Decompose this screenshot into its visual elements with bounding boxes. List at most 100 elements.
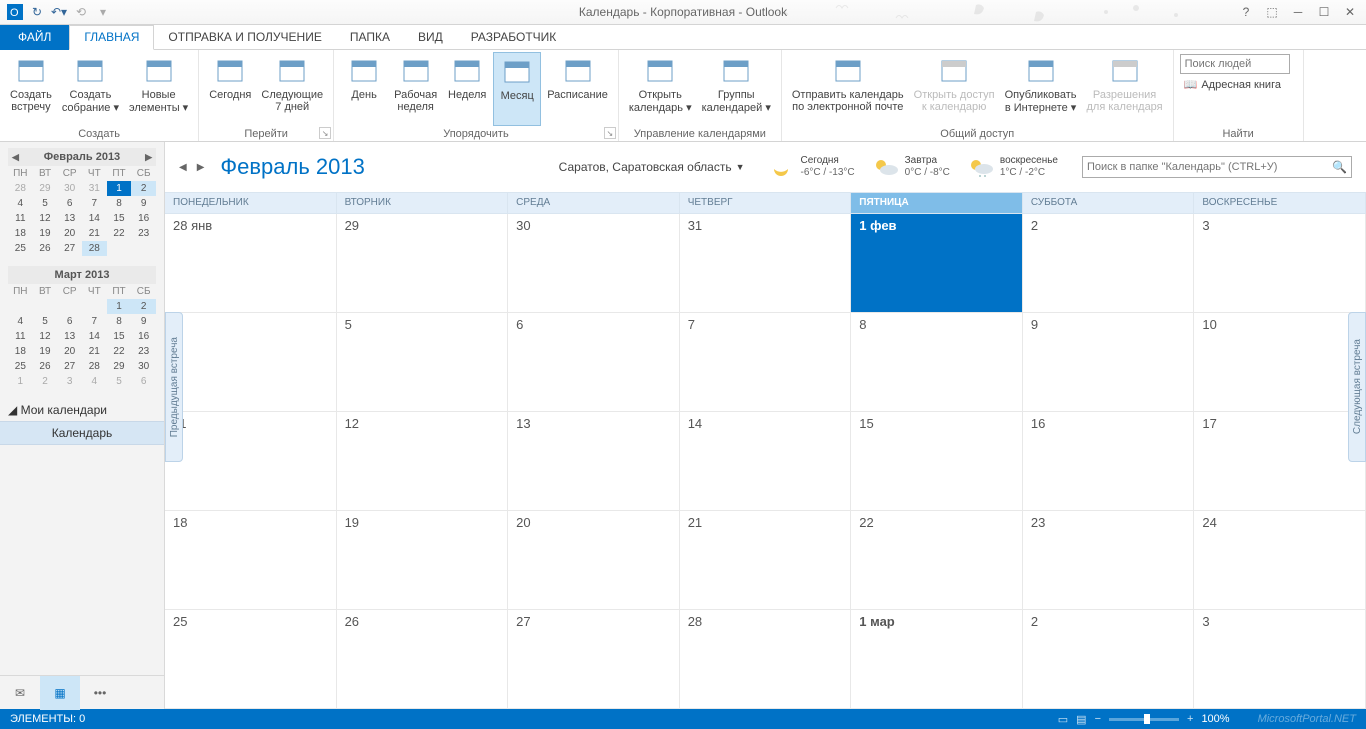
mini-day-cell[interactable]: 7 [82,314,107,329]
calendar-item-selected[interactable]: Календарь [0,421,164,445]
calendar-search[interactable]: 🔍 [1082,156,1352,178]
ribbon-arrange-3[interactable]: Месяц [493,52,541,126]
ribbon-create-2[interactable]: Новыеэлементы ▾ [125,52,192,126]
mini-day-cell[interactable]: 1 [107,299,132,314]
day-cell[interactable]: 10 [1194,313,1366,412]
mini-day-cell[interactable]: 13 [57,211,82,226]
mini-day-cell[interactable]: 12 [33,329,58,344]
mini-day-cell[interactable]: 4 [8,314,33,329]
day-cell[interactable]: 26 [337,610,509,709]
mini-day-cell[interactable]: 3 [57,374,82,389]
zoom-in-icon[interactable]: + [1187,713,1193,725]
tab-1[interactable]: ОТПРАВКА И ПОЛУЧЕНИЕ [154,25,335,50]
ribbon-arrange-2[interactable]: Неделя [443,52,491,126]
mini-day-cell[interactable]: 5 [33,196,58,211]
day-cell[interactable]: 17 [1194,412,1366,511]
help-icon[interactable]: ? [1234,3,1258,21]
mini-day-cell[interactable]: 15 [107,329,132,344]
next-month-icon[interactable]: ▶ [197,162,205,173]
mini-day-cell[interactable]: 28 [82,359,107,374]
qat-undo-icon[interactable]: ↶▾ [50,3,68,21]
mini-day-cell[interactable]: 2 [131,299,156,314]
day-cell[interactable]: 11 [165,412,337,511]
ribbon-manage-1[interactable]: Группыкалендарей ▾ [698,52,775,126]
search-icon[interactable]: 🔍 [1332,160,1347,174]
day-cell[interactable]: 21 [680,511,852,610]
tab-file[interactable]: ФАЙЛ [0,25,69,50]
close-icon[interactable]: ✕ [1338,3,1362,21]
mini-day-cell[interactable]: 25 [8,241,33,256]
mini-next-icon[interactable]: ▶ [145,152,152,163]
mini-day-cell[interactable]: 4 [8,196,33,211]
day-cell[interactable]: 15 [851,412,1023,511]
day-cell[interactable]: 3 [1194,610,1366,709]
my-calendars-header[interactable]: ◢ Мои календари [8,403,156,417]
view-reading-icon[interactable]: ▤ [1076,713,1086,726]
day-cell[interactable]: 5 [337,313,509,412]
day-cell[interactable]: 7 [680,313,852,412]
day-cell[interactable]: 13 [508,412,680,511]
tab-2[interactable]: ПАПКА [336,25,404,50]
mini-day-cell[interactable]: 6 [131,374,156,389]
day-cell[interactable]: 4 [165,313,337,412]
mini-day-cell[interactable]: 2 [131,181,156,196]
qat-arrow-icon[interactable]: ⟲ [72,3,90,21]
day-cell[interactable]: 29 [337,214,509,313]
ribbon-goto-0[interactable]: Сегодня [205,52,255,126]
mini-day-cell[interactable]: 8 [107,314,132,329]
mini-day-cell[interactable]: 21 [82,344,107,359]
mini-prev-icon[interactable]: ◀ [12,152,19,163]
weather-location[interactable]: Саратов, Саратовская область ▼ [559,160,745,174]
mini-day-cell[interactable]: 28 [82,241,107,256]
next-appointment-handle[interactable]: Следующая встреча [1348,312,1366,462]
day-cell[interactable]: 28 [680,610,852,709]
ribbon-share-0[interactable]: Отправить календарьпо электронной почте [788,52,908,126]
day-cell[interactable]: 2 [1023,214,1195,313]
day-cell[interactable]: 31 [680,214,852,313]
mini-day-cell[interactable]: 20 [57,344,82,359]
mini-day-cell[interactable]: 30 [57,181,82,196]
day-cell[interactable]: 23 [1023,511,1195,610]
day-cell[interactable]: 9 [1023,313,1195,412]
day-cell[interactable]: 19 [337,511,509,610]
month-grid[interactable]: 28 янв2930311 фев23456789101112131415161… [165,214,1366,709]
ribbon-collapse-icon[interactable]: ⬚ [1260,3,1284,21]
zoom-out-icon[interactable]: − [1095,713,1101,725]
day-cell[interactable]: 30 [508,214,680,313]
day-cell[interactable]: 27 [508,610,680,709]
mini-day-cell[interactable]: 11 [8,329,33,344]
prev-month-icon[interactable]: ◀ [179,162,187,173]
ribbon-goto-1[interactable]: Следующие7 дней [257,52,327,126]
mini-day-cell[interactable]: 28 [8,181,33,196]
mini-day-cell[interactable]: 19 [33,226,58,241]
day-cell[interactable]: 1 фев [851,214,1023,313]
mini-day-cell[interactable]: 26 [33,241,58,256]
mini-day-cell[interactable]: 23 [131,344,156,359]
mini-day-cell[interactable] [33,299,58,314]
mini-day-cell[interactable]: 7 [82,196,107,211]
day-cell[interactable]: 24 [1194,511,1366,610]
dialog-launcher-icon[interactable]: ↘ [319,127,331,139]
mini-day-cell[interactable]: 6 [57,314,82,329]
mini-day-cell[interactable]: 23 [131,226,156,241]
mini-day-cell[interactable]: 14 [82,329,107,344]
mini-day-cell[interactable] [107,241,132,256]
day-cell[interactable]: 12 [337,412,509,511]
mini-day-cell[interactable]: 15 [107,211,132,226]
mini-day-cell[interactable]: 14 [82,211,107,226]
day-cell[interactable]: 8 [851,313,1023,412]
mini-calendar-mar[interactable]: Март 2013 ПНВТСРЧТПТСБ124567891112131415… [0,266,164,399]
prev-appointment-handle[interactable]: Предыдущая встреча [165,312,183,462]
nav-mail-icon[interactable]: ✉ [0,676,40,710]
dialog-launcher-icon[interactable]: ↘ [604,127,616,139]
qat-send-receive-icon[interactable]: ↻ [28,3,46,21]
day-cell[interactable]: 1 мар [851,610,1023,709]
mini-day-cell[interactable]: 16 [131,211,156,226]
nav-calendar-icon[interactable]: ▦ [40,676,80,710]
mini-day-cell[interactable] [131,241,156,256]
mini-day-cell[interactable]: 16 [131,329,156,344]
mini-day-cell[interactable]: 5 [33,314,58,329]
ribbon-arrange-4[interactable]: Расписание [543,52,612,126]
mini-day-cell[interactable]: 1 [8,374,33,389]
day-cell[interactable]: 2 [1023,610,1195,709]
